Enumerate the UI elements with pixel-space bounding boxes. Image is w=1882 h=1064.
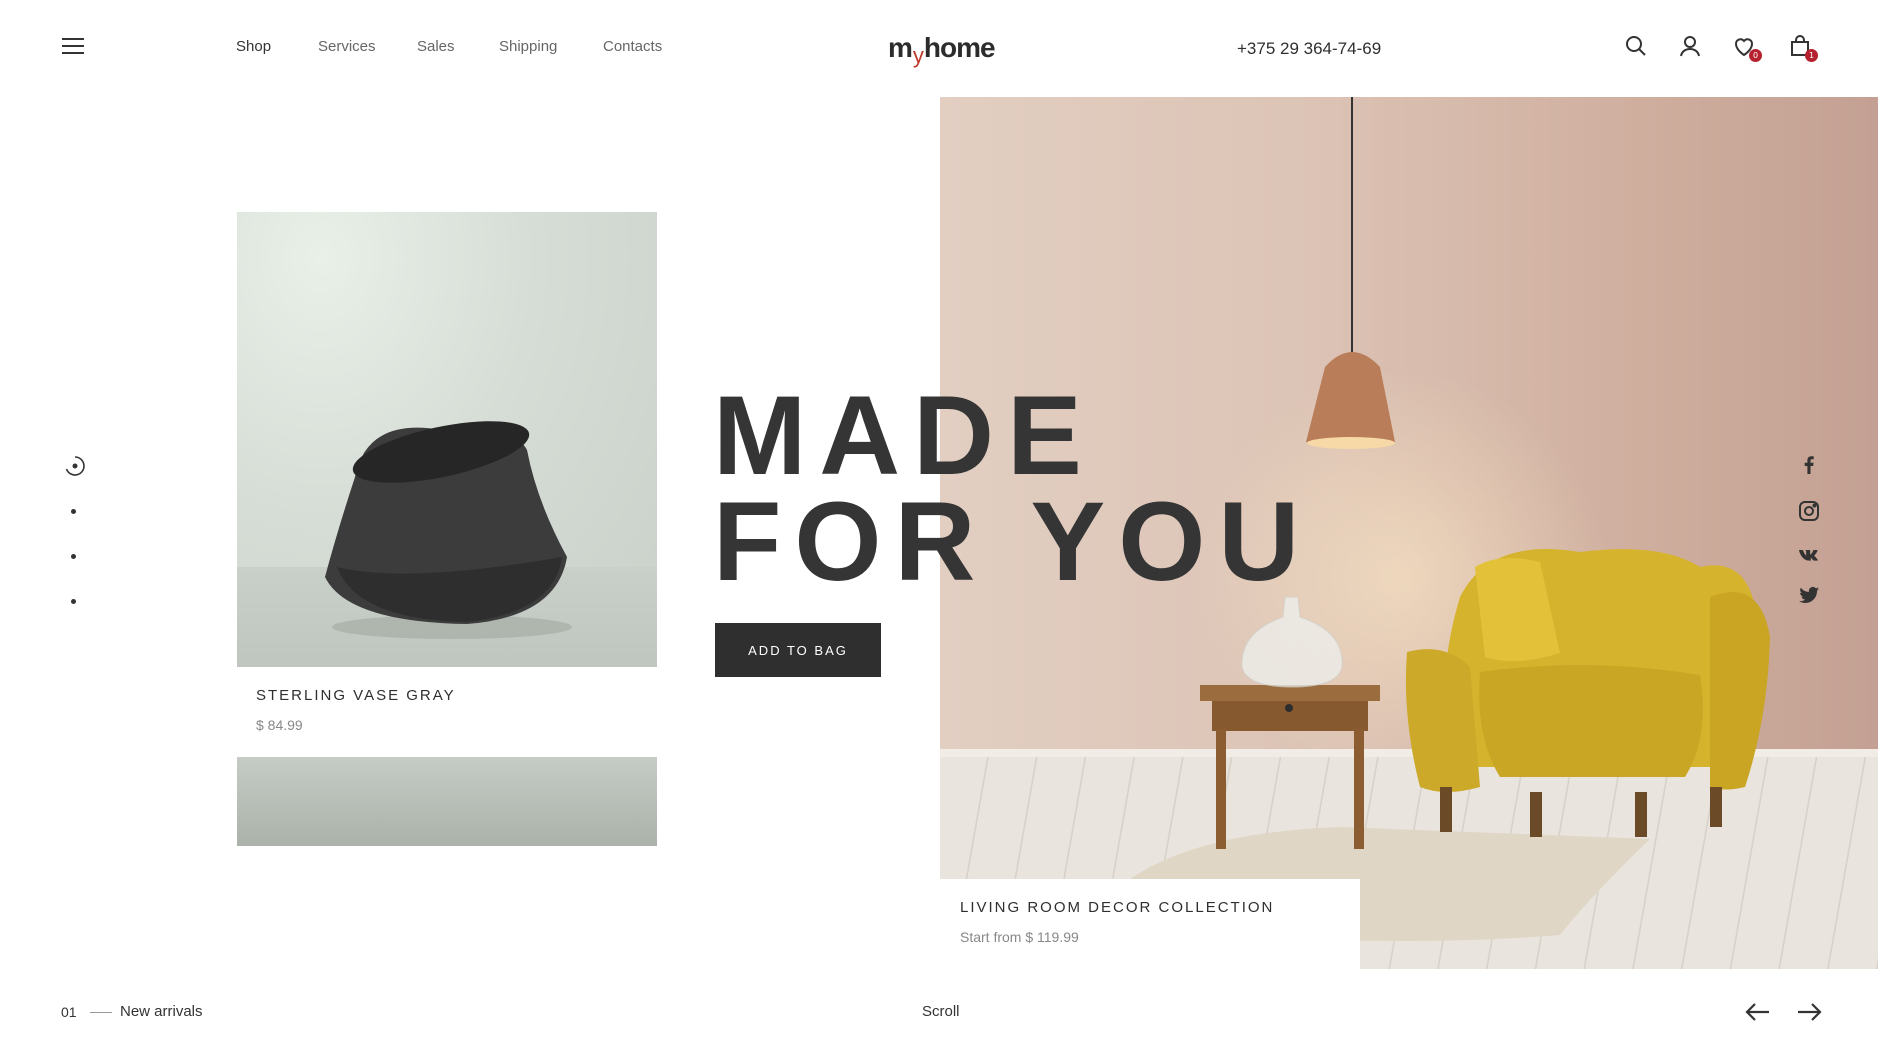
user-icon[interactable]	[1678, 34, 1704, 60]
slide-label: New arrivals	[120, 1003, 203, 1020]
menu-icon[interactable]	[62, 38, 84, 56]
wishlist-icon[interactable]: 0	[1732, 34, 1762, 62]
nav-shop[interactable]: Shop	[236, 38, 271, 55]
search-icon[interactable]	[1624, 34, 1650, 60]
cart-count-badge: 1	[1805, 49, 1818, 62]
nav-services[interactable]: Services	[318, 38, 376, 55]
nav-contacts[interactable]: Contacts	[603, 38, 662, 55]
twitter-icon[interactable]	[1797, 583, 1823, 607]
slide-indicator-active[interactable]	[64, 455, 86, 477]
vase-illustration	[325, 421, 572, 639]
logo-part-home: home	[923, 32, 996, 63]
logo-part-m: m	[888, 32, 913, 63]
facebook-icon[interactable]	[1797, 452, 1823, 476]
instagram-icon[interactable]	[1797, 499, 1823, 523]
collection-card[interactable]	[940, 879, 1360, 969]
slide-dot-2[interactable]	[71, 509, 76, 514]
scroll-label[interactable]: Scroll	[922, 1003, 960, 1020]
nav-shipping[interactable]: Shipping	[499, 38, 557, 55]
collection-title[interactable]: LIVING ROOM DECOR COLLECTION	[960, 899, 1274, 916]
wishlist-count-badge: 0	[1749, 49, 1762, 62]
slide-divider	[90, 1012, 112, 1013]
hero-title: MADE FOR YOU	[713, 373, 1313, 604]
cart-icon[interactable]: 1	[1788, 34, 1818, 62]
collection-subtitle: Start from $ 119.99	[960, 929, 1079, 945]
hero-title-line2: FOR YOU	[713, 479, 1313, 604]
logo-part-y: y	[912, 43, 924, 68]
slide-number: 01	[61, 1004, 77, 1020]
site-logo[interactable]: myhome	[888, 32, 996, 68]
add-to-bag-button[interactable]: ADD TO BAG	[715, 623, 881, 677]
next-product-image[interactable]	[237, 757, 657, 846]
product-image-vase[interactable]	[237, 212, 657, 667]
arrow-left-icon[interactable]	[1744, 1001, 1772, 1023]
nav-sales[interactable]: Sales	[417, 38, 455, 55]
phone-number[interactable]: +375 29 364-74-69	[1237, 39, 1381, 59]
arrow-right-icon[interactable]	[1795, 1001, 1823, 1023]
hero-title-line1: MADE	[713, 373, 1095, 498]
slide-dot-4[interactable]	[71, 599, 76, 604]
slide-dot-3[interactable]	[71, 554, 76, 559]
product-price: $ 84.99	[256, 717, 303, 733]
product-name[interactable]: STERLING VASE GRAY	[256, 687, 456, 704]
vk-icon[interactable]	[1797, 543, 1823, 567]
